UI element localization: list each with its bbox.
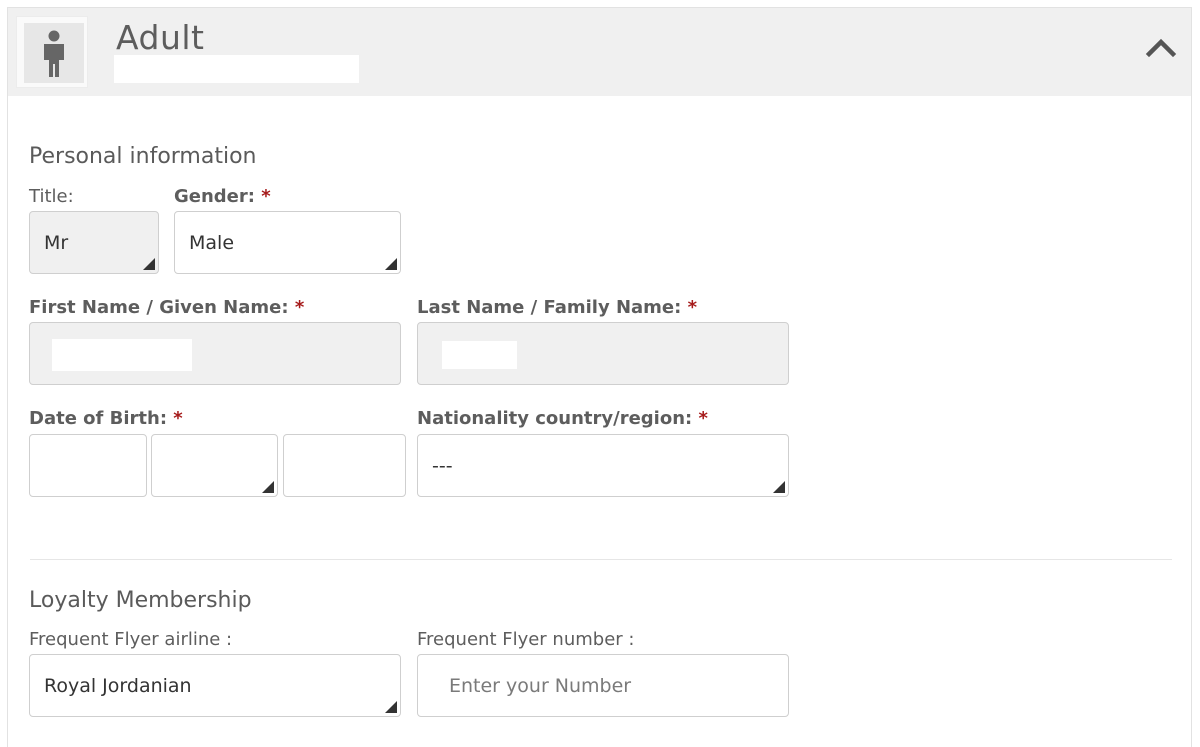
dropdown-corner-icon bbox=[262, 481, 274, 493]
last-name-label: Last Name / Family Name: * bbox=[417, 297, 697, 318]
required-mark: * bbox=[261, 186, 271, 207]
last-name-label-text: Last Name / Family Name: bbox=[417, 297, 682, 318]
section-title-loyalty: Loyalty Membership bbox=[29, 588, 252, 613]
dropdown-corner-icon bbox=[143, 258, 155, 270]
gender-select[interactable]: Male bbox=[174, 211, 401, 274]
collapse-button[interactable] bbox=[1143, 30, 1179, 66]
ff-number-placeholder: Enter your Number bbox=[449, 674, 632, 697]
ff-airline-label: Frequent Flyer airline : bbox=[29, 629, 233, 650]
dropdown-corner-icon bbox=[773, 481, 785, 493]
required-mark: * bbox=[687, 297, 698, 318]
title-label: Title: bbox=[29, 186, 74, 207]
ff-airline-select[interactable]: Royal Jordanian bbox=[29, 654, 401, 717]
chevron-up-icon bbox=[1145, 38, 1177, 58]
dob-month-select[interactable] bbox=[151, 434, 278, 497]
ff-airline-select-value: Royal Jordanian bbox=[44, 674, 192, 697]
section-title-personal: Personal information bbox=[29, 144, 257, 169]
first-name-label-text: First Name / Given Name: bbox=[29, 297, 289, 318]
first-name-label: First Name / Given Name: * bbox=[29, 297, 304, 318]
ff-number-input[interactable]: Enter your Number bbox=[417, 654, 789, 717]
dropdown-corner-icon bbox=[385, 701, 397, 713]
nationality-label: Nationality country/region: * bbox=[417, 408, 708, 429]
gender-select-value: Male bbox=[189, 231, 235, 254]
title-select-value: Mr bbox=[44, 231, 69, 254]
first-name-input[interactable] bbox=[29, 322, 401, 385]
passenger-panel: Adult Personal information Title: Gender… bbox=[7, 7, 1192, 747]
ff-number-label: Frequent Flyer number : bbox=[417, 629, 635, 650]
person-icon bbox=[44, 30, 64, 77]
nationality-select-value: --- bbox=[432, 454, 453, 477]
passenger-name-redacted bbox=[114, 55, 359, 83]
nationality-label-text: Nationality country/region: bbox=[417, 408, 693, 429]
dob-day-select[interactable] bbox=[29, 434, 147, 497]
dob-label-text: Date of Birth: bbox=[29, 408, 168, 429]
nationality-select[interactable]: --- bbox=[417, 434, 789, 497]
dob-label: Date of Birth: * bbox=[29, 408, 183, 429]
gender-label-text: Gender: bbox=[174, 186, 255, 207]
avatar-background bbox=[24, 23, 84, 83]
passenger-header[interactable]: Adult bbox=[8, 8, 1191, 96]
avatar bbox=[16, 16, 88, 88]
first-name-redacted bbox=[52, 339, 192, 371]
required-mark: * bbox=[698, 408, 708, 429]
required-mark: * bbox=[294, 297, 305, 318]
gender-label: Gender: * bbox=[174, 186, 271, 207]
last-name-input[interactable] bbox=[417, 322, 789, 385]
dob-year-input[interactable] bbox=[283, 434, 406, 497]
required-mark: * bbox=[173, 408, 183, 429]
section-divider bbox=[30, 559, 1172, 560]
title-select[interactable]: Mr bbox=[29, 211, 159, 274]
last-name-redacted bbox=[442, 341, 517, 369]
dropdown-corner-icon bbox=[385, 258, 397, 270]
passenger-type-title: Adult bbox=[116, 18, 205, 57]
